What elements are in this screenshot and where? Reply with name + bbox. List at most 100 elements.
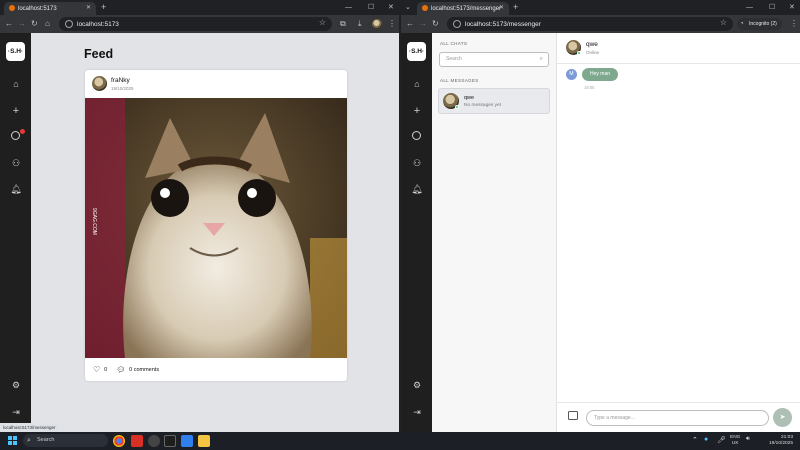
minimize-icon[interactable]: —: [746, 2, 753, 13]
logout-icon[interactable]: ⇥: [10, 406, 22, 418]
sidebar: ·S.H· ⌂ + ⚇ 🔔︎ ⚙ ⇥: [0, 33, 31, 432]
browser-menu-icon[interactable]: ⋮: [388, 18, 396, 30]
message-composer: Type a message... ➤: [557, 402, 800, 432]
contact-name: qwe: [586, 41, 598, 48]
address-bar[interactable]: localhost:5173 ☆: [59, 17, 332, 31]
home-icon[interactable]: ⌂: [411, 78, 423, 90]
incognito-chip[interactable]: ◔ Incognito (2): [737, 18, 782, 30]
tab-strip: localhost:5173 ✕ + — ☐ ✕: [0, 0, 399, 15]
clock[interactable]: 21:03 19/10/2025: [760, 435, 793, 447]
incognito-label: Incognito (2): [749, 21, 777, 27]
chat-name: qwe: [464, 95, 475, 101]
author-avatar[interactable]: [92, 76, 107, 91]
vscode-app-icon[interactable]: [181, 435, 193, 447]
extensions-icon[interactable]: ⧉: [340, 18, 346, 30]
chat-search-input[interactable]: Search ⌕: [439, 52, 549, 67]
settings-icon[interactable]: ⚙: [10, 379, 22, 391]
taskbar: ⌕ Search ⌃ ● 🎤︎ ENG UK 🔊︎ 21:03 19/10/20…: [0, 432, 800, 450]
home-icon[interactable]: ⌂: [10, 78, 22, 90]
all-messages-heading: ALL MESSAGES: [440, 78, 479, 83]
reload-icon[interactable]: ↻: [31, 18, 38, 30]
tab-title: localhost:5173/messenger: [431, 5, 502, 12]
feed-app: ·S.H· ⌂ + ⚇ 🔔︎ ⚙ ⇥ Feed fraNky 19/10/202…: [0, 33, 399, 432]
site-info-icon[interactable]: [65, 20, 73, 28]
tab-search-icon[interactable]: ⌄: [405, 2, 411, 13]
maximize-icon[interactable]: ☐: [368, 2, 374, 13]
users-icon[interactable]: ⚇: [10, 157, 22, 169]
new-tab-icon[interactable]: +: [513, 2, 518, 13]
language-indicator[interactable]: ENG UK: [730, 435, 740, 447]
tab-title: localhost:5173: [18, 5, 57, 12]
microphone-icon[interactable]: 🎤︎: [717, 436, 726, 444]
app-icon-terminal[interactable]: [164, 435, 176, 447]
minimize-icon[interactable]: —: [345, 2, 352, 13]
image-attach-icon[interactable]: [568, 411, 578, 420]
all-chats-heading: ALL CHATS: [440, 41, 468, 46]
left-browser-window: localhost:5173 ✕ + — ☐ ✕ ← → ↻ ⌂ localho…: [0, 0, 399, 432]
home-browser-icon[interactable]: ⌂: [45, 18, 50, 30]
comment-icon[interactable]: 💬︎: [116, 366, 125, 374]
back-icon[interactable]: ←: [406, 18, 414, 30]
send-button[interactable]: ➤: [773, 408, 792, 427]
message-placeholder: Type a message...: [594, 415, 635, 421]
chat-icon[interactable]: [11, 131, 20, 140]
post-author[interactable]: fraNky: [111, 77, 130, 84]
message-input[interactable]: Type a message...: [586, 410, 769, 426]
post-card: fraNky 19/10/2025 9GAG.COM ♡ 0 💬︎ 0 comm…: [85, 70, 347, 381]
maximize-icon[interactable]: ☐: [769, 2, 775, 13]
post-actions: ♡ 0 💬︎ 0 comments: [93, 365, 159, 374]
download-icon[interactable]: ⤓: [358, 18, 362, 30]
tab-localhost[interactable]: localhost:5173 ✕: [4, 2, 96, 15]
app-icon-red[interactable]: [131, 435, 143, 447]
bookmark-star-icon[interactable]: ☆: [720, 18, 727, 27]
logout-icon[interactable]: ⇥: [411, 406, 423, 418]
post-image[interactable]: 9GAG.COM: [85, 98, 347, 358]
window-close-icon[interactable]: ✕: [789, 2, 795, 13]
sidebar: ·S.H· ⌂ + ⚇ 🔔︎ ⚙ ⇥: [401, 33, 432, 432]
chrome-app-icon[interactable]: [113, 435, 125, 447]
browser-toolbar: ← → ↻ localhost:5173/messenger ☆ ◔ Incog…: [401, 15, 800, 33]
address-bar[interactable]: localhost:5173/messenger ☆: [447, 17, 733, 31]
tray-chevron-icon[interactable]: ⌃: [692, 436, 698, 444]
window-close-icon[interactable]: ✕: [388, 2, 394, 13]
taskbar-search-box[interactable]: ⌕ Search: [23, 434, 108, 447]
speaker-icon[interactable]: 🔊︎: [746, 436, 750, 443]
app-icon-dark[interactable]: [148, 435, 160, 447]
plus-icon[interactable]: +: [411, 105, 423, 117]
app-favicon-icon: [9, 5, 15, 11]
contact-status: Online: [586, 50, 600, 55]
tray-app-icon[interactable]: ●: [704, 436, 708, 443]
windows-start-icon[interactable]: [8, 436, 17, 445]
incognito-icon: ◔: [740, 21, 744, 27]
settings-icon[interactable]: ⚙: [411, 379, 423, 391]
site-info-icon[interactable]: [453, 20, 461, 28]
close-tab-icon[interactable]: ✕: [86, 4, 91, 11]
plus-icon[interactable]: +: [10, 105, 22, 117]
online-indicator: [577, 51, 581, 55]
message-bubble: Hey man: [582, 68, 619, 81]
app-logo[interactable]: ·S.H·: [407, 42, 426, 61]
bookmark-star-icon[interactable]: ☆: [319, 18, 326, 27]
reload-icon[interactable]: ↻: [432, 18, 439, 30]
like-heart-icon[interactable]: ♡: [93, 365, 100, 374]
forward-icon[interactable]: →: [419, 18, 427, 30]
browser-menu-icon[interactable]: ⋮: [790, 18, 798, 30]
forward-icon[interactable]: →: [18, 18, 26, 30]
profile-avatar[interactable]: [372, 19, 382, 29]
comments-count[interactable]: 0 comments: [129, 367, 159, 373]
new-tab-icon[interactable]: +: [101, 2, 106, 13]
tab-messenger[interactable]: localhost:5173/messenger ✕: [417, 2, 509, 15]
back-icon[interactable]: ←: [5, 18, 13, 30]
conversation-header: qwe Online: [557, 33, 800, 64]
chat-icon[interactable]: [412, 131, 421, 140]
bell-icon[interactable]: 🔔︎: [10, 183, 22, 195]
file-explorer-icon[interactable]: [198, 435, 210, 447]
notification-badge: [20, 129, 25, 134]
online-indicator: [455, 105, 459, 109]
close-tab-icon[interactable]: ✕: [499, 4, 504, 11]
bell-icon[interactable]: 🔔︎: [411, 183, 423, 195]
app-logo[interactable]: ·S.H·: [6, 42, 25, 61]
message-time: 18:05: [584, 85, 595, 90]
chat-item[interactable]: qwe No messages yet: [438, 88, 550, 114]
users-icon[interactable]: ⚇: [411, 157, 423, 169]
